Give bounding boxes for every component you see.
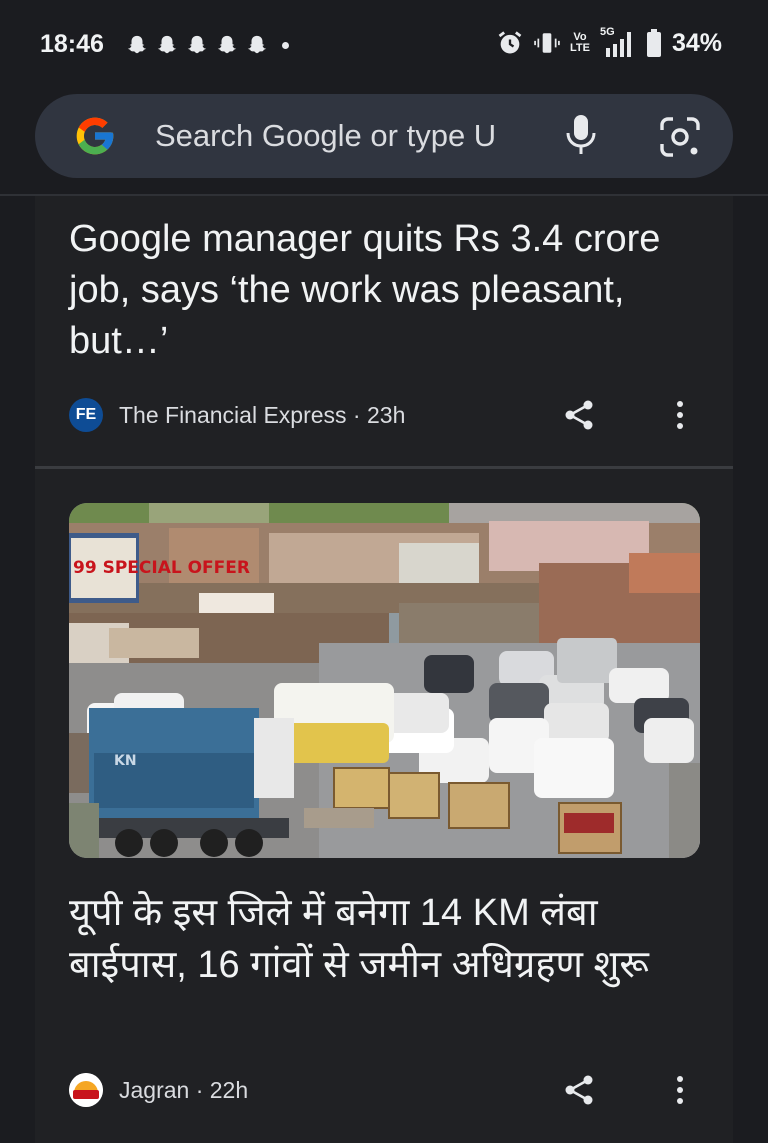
snapchat-icon	[157, 35, 177, 54]
snapchat-icon	[127, 35, 147, 54]
search-input[interactable]: Search Google or type U	[155, 118, 535, 154]
system-indicators: Vo LTE 5G 34%	[496, 26, 722, 58]
news-image[interactable]: 99 SPECIAL OFFER KN	[69, 503, 700, 858]
share-icon[interactable]	[562, 398, 596, 432]
search-bar[interactable]: Search Google or type U	[35, 94, 733, 178]
news-headline[interactable]: यूपी के इस जिले में बनेगा 14 KM लंबा बाई…	[69, 887, 689, 991]
status-bar: 18:46 Vo LTE 5G 34%	[0, 0, 768, 88]
alarm-icon	[498, 31, 522, 54]
google-logo[interactable]	[73, 114, 117, 158]
source-logo: FE	[69, 398, 103, 432]
source-row: FE The Financial Express · 23h	[69, 396, 405, 434]
news-card[interactable]: Google manager quits Rs 3.4 crore job, s…	[35, 196, 733, 466]
mic-icon[interactable]	[563, 112, 599, 158]
notification-icons	[126, 34, 289, 56]
snapchat-icon	[247, 35, 267, 54]
news-headline[interactable]: Google manager quits Rs 3.4 crore job, s…	[69, 214, 669, 367]
battery-percentage: 34%	[671, 28, 722, 57]
source-name-time: Jagran · 22h	[119, 1076, 249, 1103]
snapchat-icon	[217, 35, 237, 54]
more-options-icon[interactable]	[671, 398, 689, 432]
news-card[interactable]: 99 SPECIAL OFFER KN यूपी के इस जिले में …	[35, 469, 733, 1143]
vibrate-icon	[534, 33, 560, 53]
share-icon[interactable]	[562, 1073, 596, 1107]
more-options-icon[interactable]	[671, 1073, 689, 1107]
lens-icon[interactable]	[659, 116, 701, 158]
source-logo	[69, 1073, 103, 1107]
source-row: Jagran · 22h	[69, 1071, 248, 1109]
network-type: Vo LTE	[570, 32, 590, 54]
source-name-time: The Financial Express · 23h	[119, 401, 406, 428]
image-truck-text: KN	[114, 753, 137, 769]
more-notifications-dot	[282, 41, 289, 49]
battery-icon	[646, 29, 661, 57]
network-type-bottom: LTE	[569, 42, 590, 54]
snapchat-icon	[187, 35, 207, 54]
status-time: 18:46	[40, 30, 104, 58]
signal-icon: 5G	[600, 26, 636, 58]
image-sign-text: 99 SPECIAL OFFER	[73, 558, 250, 578]
